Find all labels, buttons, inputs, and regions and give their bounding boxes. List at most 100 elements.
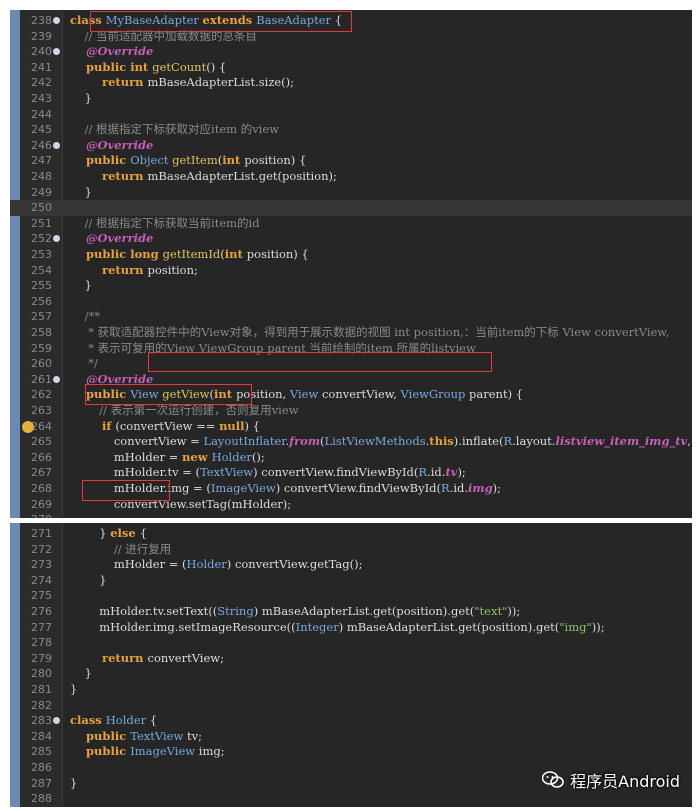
code-token: R [441, 481, 450, 495]
line-number: 262 [31, 388, 52, 402]
code-text: public View getView(int position, View c… [70, 387, 523, 403]
code-token: ImageView [130, 744, 199, 759]
code-token: ); [457, 465, 466, 480]
code-token: TextView [200, 465, 254, 480]
code-token: img; [198, 744, 225, 759]
line-number: 241 [31, 60, 52, 74]
line-number: 267 [31, 466, 52, 480]
line-number: 284 [31, 729, 52, 743]
code-token: // 根据指定下标获取对应item 的view [70, 122, 280, 137]
code-token: LayoutInflater [203, 434, 286, 449]
code-token: public [70, 153, 131, 168]
code-editor-bottom[interactable]: 271 } else {272 // 进行复用 273 mHolder = (Ho… [10, 523, 692, 807]
code-text: } else { [70, 526, 147, 542]
code-token: public long [70, 247, 163, 261]
code-line: 257 /** [10, 309, 692, 325]
code-token: * 表示可复用的View ViewGroup parent 当前绘制的item … [70, 340, 476, 355]
code-line: 267 mHolder.tv = (TextView) convertView.… [10, 465, 692, 481]
line-number: 248 [31, 170, 52, 183]
code-text: class MyBaseAdapter extends BaseAdapter … [70, 13, 342, 29]
line-number: 242 [31, 76, 52, 90]
code-text: return mBaseAdapterList.get(position); [70, 169, 337, 185]
line-number: 271 [31, 527, 52, 540]
line-number: 258 [31, 326, 52, 339]
code-token: parent) { [469, 387, 524, 402]
line-number: 259 [31, 341, 52, 355]
code-text: } [70, 185, 92, 201]
code-token: this [429, 434, 454, 449]
fold-marker-icon[interactable] [53, 17, 60, 24]
code-text: mHolder.tv.setText((String) mBaseAdapter… [70, 604, 520, 620]
line-number: 277 [31, 620, 52, 634]
code-line: 259 * 表示可复用的View ViewGroup parent 当前绘制的i… [10, 341, 692, 357]
code-editor-top[interactable]: 238 class MyBaseAdapter extends BaseAdapt… [10, 10, 692, 518]
code-token: mHolder = [70, 449, 183, 464]
code-line: 239 // 当前适配器中加载数据的总条目 [10, 29, 692, 45]
code-line: 238 class MyBaseAdapter extends BaseAdapt… [10, 13, 692, 29]
code-token: } [70, 184, 92, 199]
line-number: 244 [31, 107, 52, 121]
code-line: 246 @Override [10, 138, 692, 154]
line-number: 247 [31, 154, 52, 168]
line-number: 261 [31, 372, 52, 386]
code-text: if (convertView == null) { [70, 419, 260, 435]
code-token: public int [70, 59, 153, 74]
code-line: 254 return position; [10, 263, 692, 279]
fold-marker-icon[interactable] [53, 717, 60, 725]
code-text: @Override [70, 44, 153, 60]
line-number: 286 [31, 761, 52, 774]
line-number: 256 [31, 294, 52, 308]
code-token: "text" [474, 604, 508, 618]
code-line: 275 [10, 588, 692, 604]
line-number: 239 [31, 29, 52, 43]
code-token: position; [147, 262, 198, 277]
line-number: 265 [31, 435, 52, 449]
code-line: 273 mHolder = (Holder) convertView.getTa… [10, 557, 692, 573]
line-number: 283 [31, 714, 52, 728]
code-token: } [70, 775, 78, 790]
code-token: convertView.setTag(mHolder); [70, 496, 292, 511]
fold-marker-icon[interactable] [53, 375, 60, 383]
code-token: } [70, 526, 111, 540]
line-number: 253 [31, 248, 52, 261]
fold-marker-icon[interactable] [53, 48, 60, 56]
code-token: ) { [244, 418, 260, 433]
code-token: } [70, 572, 107, 587]
code-token: .id. [427, 465, 446, 480]
fold-marker-icon[interactable] [53, 141, 60, 149]
code-line: 245 // 根据指定下标获取对应item 的view [10, 122, 692, 138]
code-token: , [687, 434, 691, 449]
code-line: 282 [10, 698, 692, 714]
code-token: return [70, 650, 148, 665]
fold-marker-icon[interactable] [53, 235, 60, 243]
code-text: @Override [70, 138, 153, 154]
code-line: 263 // 表示第一次运行创建，否则复用view [10, 403, 692, 419]
line-number: 282 [31, 698, 52, 712]
code-line: 280 } [10, 666, 692, 682]
warning-icon[interactable] [22, 420, 34, 433]
code-token: getCount [152, 59, 207, 74]
line-number: 254 [31, 263, 52, 277]
code-token: // 当前适配器中加载数据的总条目 [70, 28, 258, 43]
code-line: 272 // 进行复用 [10, 542, 692, 558]
code-line: 261 @Override [10, 372, 692, 388]
code-token: (); [251, 449, 265, 464]
code-text: mHolder.tv = (TextView) convertView.find… [70, 465, 466, 481]
code-token: getItem [172, 153, 218, 168]
line-number: 270 [22, 512, 52, 518]
code-text: } [70, 278, 92, 294]
line-number: 278 [31, 636, 52, 650]
code-line: 243 } [10, 91, 692, 107]
code-token: return [70, 75, 148, 90]
code-text: public Object getItem(int position) { [70, 153, 306, 169]
code-token: * 获取适配器控件中的View对象，得到用于展示数据的视图 int positi… [70, 325, 670, 339]
code-token: ) mBaseAdapterList.get(position).get( [338, 619, 560, 634]
line-number: 252 [31, 232, 52, 246]
code-token: } [70, 278, 92, 293]
code-token: null [219, 418, 245, 433]
code-token: ) convertView.findViewById( [275, 481, 442, 495]
code-token: @Override [70, 371, 154, 386]
code-token: mHolder.tv.setText(( [70, 604, 218, 618]
code-token: tv; [186, 728, 202, 743]
code-line: 268 mHolder.img = (ImageView) convertVie… [10, 481, 692, 497]
